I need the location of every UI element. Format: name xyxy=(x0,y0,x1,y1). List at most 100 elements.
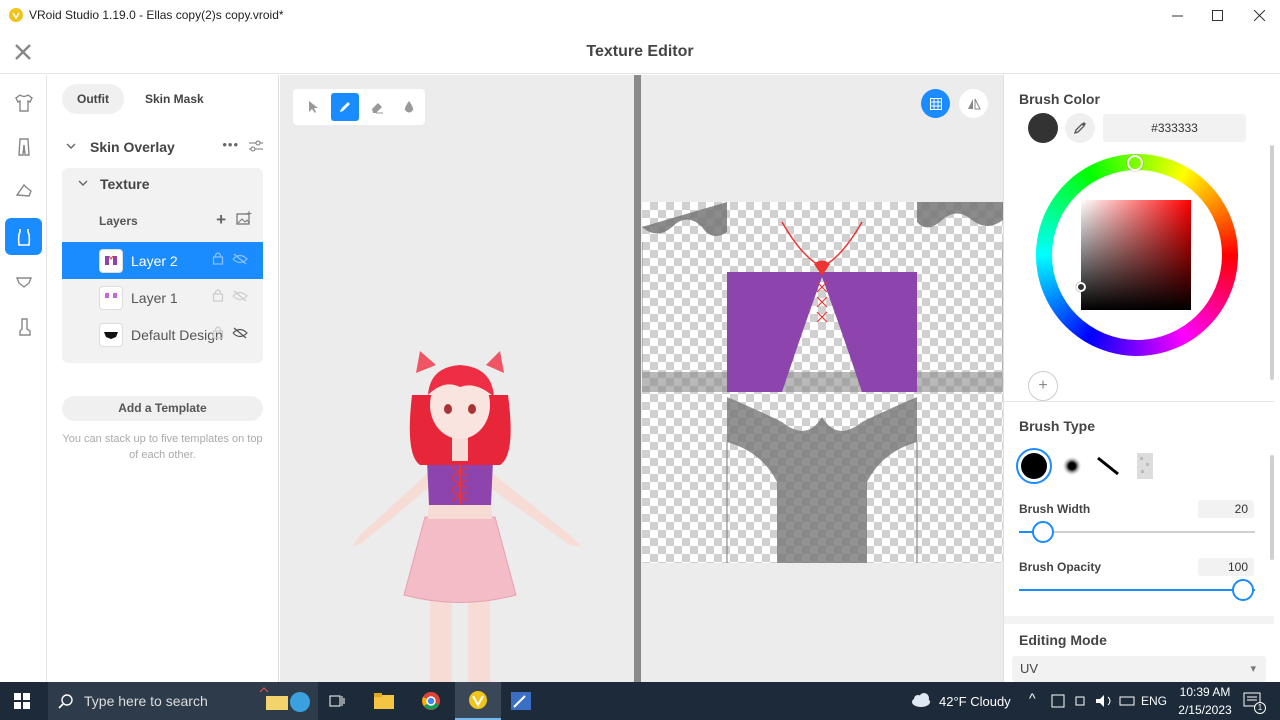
brush-width-input[interactable]: 20 xyxy=(1198,500,1254,518)
vroid-app-icon xyxy=(9,8,23,22)
settings-sliders-icon[interactable] xyxy=(249,139,263,157)
brush-width-label: Brush Width xyxy=(1019,502,1091,516)
clock-time[interactable]: 10:39 AM xyxy=(1176,685,1234,699)
saturation-value-square[interactable] xyxy=(1076,200,1191,310)
brush-soft-round-icon[interactable] xyxy=(1054,448,1090,484)
add-color-button[interactable]: + xyxy=(1028,371,1058,401)
maximize-button[interactable] xyxy=(1194,0,1240,30)
lock-icon[interactable] xyxy=(212,288,224,307)
texture-title: Texture xyxy=(100,176,150,192)
eyedropper-icon[interactable] xyxy=(1065,113,1095,143)
hex-color-input[interactable]: #333333 xyxy=(1103,114,1246,142)
pants-icon[interactable] xyxy=(5,128,42,165)
layers-panel: Outfit Skin Mask Skin Overlay ••• Textur… xyxy=(47,75,279,682)
scrollbar[interactable] xyxy=(1270,145,1274,380)
task-view-icon[interactable] xyxy=(314,682,360,720)
brush-width-knob[interactable] xyxy=(1032,521,1054,543)
avatar-model xyxy=(352,351,582,682)
tab-skin-mask[interactable]: Skin Mask xyxy=(130,84,219,114)
layer-thumbnail xyxy=(99,322,123,347)
brush-opacity-knob[interactable] xyxy=(1232,579,1254,601)
scrollbar[interactable] xyxy=(1270,455,1274,560)
tab-outfit[interactable]: Outfit xyxy=(62,84,124,114)
page-title: Texture Editor xyxy=(586,43,694,60)
brush-width-slider[interactable] xyxy=(1019,531,1255,533)
brush-line-icon[interactable] xyxy=(1090,448,1126,484)
layer-name: Layer 1 xyxy=(131,289,178,306)
brush-type-title: Brush Type xyxy=(1019,418,1095,434)
visibility-off-icon[interactable] xyxy=(232,326,248,344)
brush-hard-round-icon[interactable] xyxy=(1016,448,1052,484)
shoe-icon[interactable] xyxy=(5,172,42,209)
brush-opacity-slider[interactable] xyxy=(1019,589,1255,591)
grid-view-icon[interactable] xyxy=(921,89,950,118)
layers-header: Layers + xyxy=(99,210,254,229)
lock-icon[interactable] xyxy=(212,251,224,270)
clock-date[interactable]: 2/15/2023 xyxy=(1172,703,1238,717)
uv-texture-canvas[interactable] xyxy=(642,202,1003,563)
texture-group: Texture Layers + Layer 2 Layer 1 Default… xyxy=(62,168,263,363)
hue-handle[interactable] xyxy=(1127,155,1143,171)
split-divider[interactable] xyxy=(634,75,641,682)
file-explorer-icon[interactable] xyxy=(361,682,407,720)
cloudy-weather-icon[interactable] xyxy=(910,692,932,713)
search-icon xyxy=(58,694,73,709)
skin-overlay-icon[interactable] xyxy=(5,218,42,255)
brush-color-swatch[interactable] xyxy=(1028,113,1058,143)
model-viewport[interactable] xyxy=(280,75,634,682)
window-titlebar: VRoid Studio 1.19.0 - Ellas copy(2)s cop… xyxy=(0,0,1280,30)
brush-texture-icon[interactable] xyxy=(1127,448,1163,484)
editing-mode-value: UV xyxy=(1020,661,1039,676)
editor-header: Texture Editor xyxy=(0,30,1280,74)
texture-header[interactable]: Texture xyxy=(78,176,150,192)
windows-start-icon[interactable] xyxy=(0,682,44,720)
layer-thumbnail xyxy=(99,285,123,310)
layer-row[interactable]: Layer 1 xyxy=(62,279,263,316)
notification-count: 1 xyxy=(1254,702,1266,714)
weather-text[interactable]: 42°F Cloudy xyxy=(939,694,1011,709)
layer-row[interactable]: Layer 2 xyxy=(62,242,263,279)
vroid-taskbar-icon[interactable] xyxy=(455,682,501,720)
window-title: VRoid Studio 1.19.0 - Ellas copy(2)s cop… xyxy=(29,8,284,22)
search-placeholder: Type here to search xyxy=(84,693,208,709)
brush-opacity-label: Brush Opacity xyxy=(1019,560,1102,574)
section-title: Skin Overlay xyxy=(90,139,175,155)
visibility-off-icon[interactable] xyxy=(232,289,248,307)
editing-mode-select[interactable]: UV ▾ xyxy=(1012,656,1266,682)
editing-mode-title: Editing Mode xyxy=(1019,632,1107,648)
layer-name: Default Design xyxy=(131,326,223,343)
lock-icon[interactable] xyxy=(212,325,224,344)
search-highlight-icon xyxy=(259,687,310,712)
layer-name: Layer 2 xyxy=(131,252,178,269)
chevron-down-icon xyxy=(78,179,88,190)
paint-app-icon[interactable] xyxy=(498,682,544,720)
sv-handle[interactable] xyxy=(1076,282,1086,292)
brush-color-title: Brush Color xyxy=(1019,91,1100,107)
chevron-up-icon[interactable]: ^ xyxy=(1029,690,1036,706)
category-rail xyxy=(0,75,47,682)
template-hint: You can stack up to five templates on to… xyxy=(62,433,263,461)
chrome-icon[interactable] xyxy=(408,682,454,720)
add-template-button[interactable]: Add a Template xyxy=(62,396,263,421)
close-window-button[interactable] xyxy=(1236,0,1280,30)
mirror-symmetry-icon[interactable] xyxy=(959,89,988,118)
underwear-icon[interactable] xyxy=(5,263,42,300)
layers-label: Layers xyxy=(99,214,138,228)
more-options-icon[interactable]: ••• xyxy=(222,137,239,152)
add-layer-icon[interactable]: + xyxy=(216,210,226,230)
visibility-off-icon[interactable] xyxy=(232,252,248,270)
chevron-down-icon xyxy=(66,142,78,153)
sock-icon[interactable] xyxy=(5,308,42,345)
taskbar-search[interactable]: Type here to search xyxy=(48,682,318,720)
brush-opacity-input[interactable]: 100 xyxy=(1198,558,1254,576)
skin-overlay-header[interactable]: Skin Overlay ••• xyxy=(62,135,267,159)
uv-texture-view[interactable] xyxy=(641,75,1003,682)
language-indicator[interactable]: ENG xyxy=(1141,694,1167,708)
divider xyxy=(1004,401,1274,402)
windows-taskbar: Type here to search 42°F Cloudy ^ ENG 10… xyxy=(0,682,1280,720)
chevron-down-icon: ▾ xyxy=(1250,663,1256,675)
layer-row[interactable]: Default Design xyxy=(62,316,263,353)
add-image-layer-icon[interactable] xyxy=(236,211,252,228)
system-tray-icons[interactable] xyxy=(1050,693,1140,714)
shirt-icon[interactable] xyxy=(5,84,42,121)
